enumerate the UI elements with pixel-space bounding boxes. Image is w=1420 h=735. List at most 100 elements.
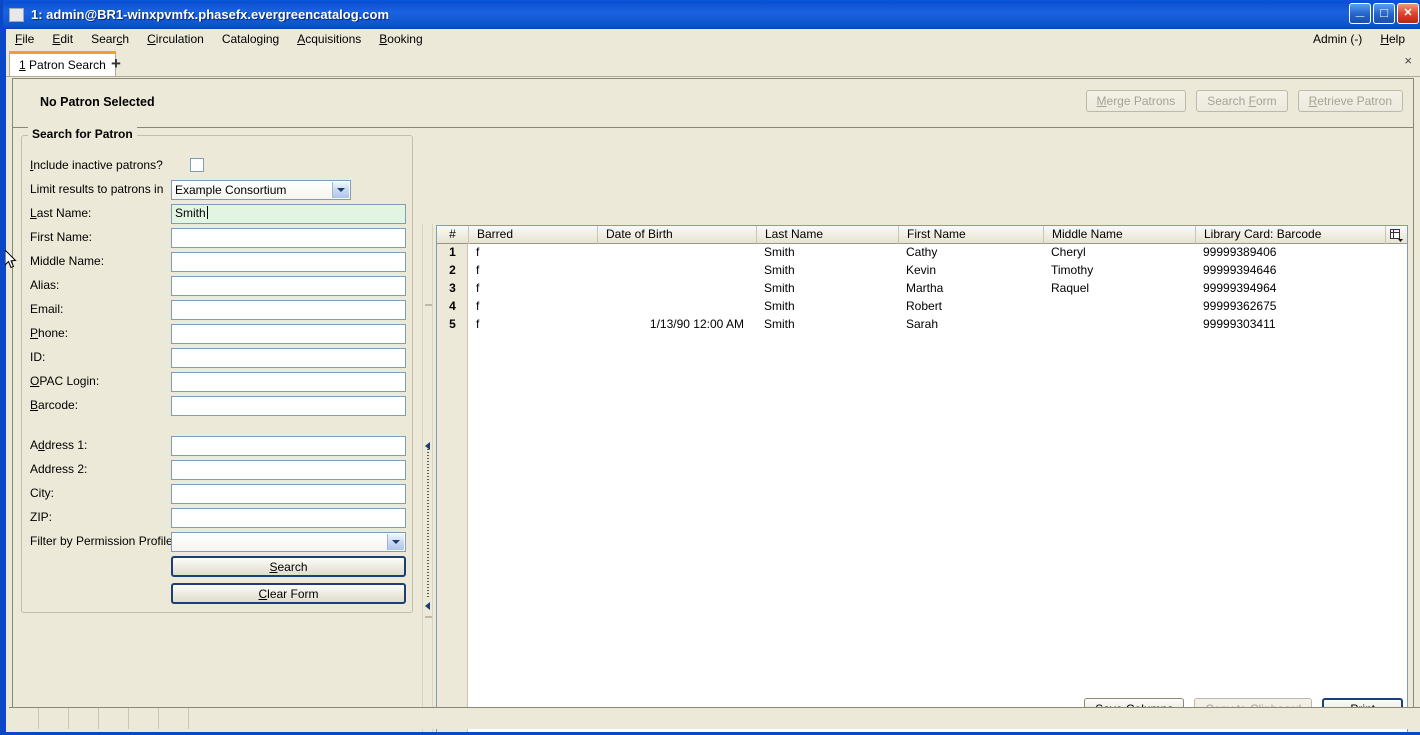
minimize-button[interactable]: _: [1349, 3, 1371, 24]
status-panel: [39, 708, 69, 729]
maximize-button[interactable]: □: [1373, 3, 1395, 24]
cell-num: 3: [449, 281, 456, 295]
menu-admin[interactable]: Admin (-): [1304, 30, 1371, 48]
barcode-label: Barcode:: [30, 398, 79, 412]
field-row-permission-profile: Filter by Permission Profile:: [21, 531, 413, 553]
clear-form-button[interactable]: Clear Form: [171, 583, 406, 604]
menu-cataloging[interactable]: Cataloging: [213, 30, 288, 48]
cell-first-name: Sarah: [906, 317, 939, 331]
last-name-value: Smith: [175, 206, 206, 220]
search-form-button[interactable]: Search Form: [1196, 90, 1288, 112]
menu-circulation[interactable]: Circulation: [138, 30, 213, 48]
tab-strip: 1 Patron Search + ×: [6, 49, 1420, 77]
search-button[interactable]: Search: [171, 556, 406, 577]
chevron-down-icon: [332, 182, 349, 198]
first-name-input[interactable]: [171, 228, 406, 248]
field-row-zip: ZIP:: [21, 507, 413, 529]
field-row-search-button: Search: [21, 556, 413, 578]
tab-patron-search[interactable]: 1 Patron Search: [9, 51, 116, 76]
close-icon: ✕: [1403, 7, 1413, 19]
column-header-num[interactable]: #: [437, 226, 468, 244]
mouse-cursor: [5, 250, 17, 269]
close-button[interactable]: ✕: [1397, 3, 1419, 24]
tab-label: Patron Search: [29, 58, 106, 72]
table-row[interactable]: 4 f Smith Robert 99999362675: [437, 298, 1407, 316]
column-header-barred[interactable]: Barred: [468, 225, 597, 244]
field-row-email: Email:: [21, 299, 413, 321]
status-bar: [9, 707, 1420, 729]
panel-splitter[interactable]: [422, 224, 433, 732]
limit-results-label: Limit results to patrons in: [30, 182, 164, 196]
cell-dob: 1/13/90 12:00 AM: [649, 317, 744, 331]
cell-last-name: Smith: [764, 263, 795, 277]
phone-input[interactable]: [171, 324, 406, 344]
table-row[interactable]: 2 f Smith Kevin Timothy 99999394646: [437, 262, 1407, 280]
menu-booking[interactable]: Booking: [370, 30, 431, 48]
cell-barred: f: [476, 245, 480, 259]
cell-middle-name: [1043, 298, 1195, 316]
column-header-dob[interactable]: Date of Birth: [597, 225, 756, 244]
alias-label: Alias:: [30, 278, 60, 292]
cell-num: 5: [449, 317, 456, 331]
opac-login-input[interactable]: [171, 372, 406, 392]
menu-file[interactable]: File: [6, 30, 43, 48]
email-label: Email:: [30, 302, 64, 316]
retrieve-patron-button[interactable]: Retrieve Patron: [1297, 90, 1403, 112]
zip-input[interactable]: [171, 508, 406, 528]
field-row-address1: Address 1:: [21, 435, 413, 457]
city-label: City:: [30, 486, 54, 500]
new-tab-button[interactable]: +: [105, 53, 127, 74]
middle-name-input[interactable]: [171, 252, 406, 272]
tab-index: 1: [19, 58, 26, 72]
last-name-input[interactable]: Smith: [171, 204, 406, 224]
menu-edit[interactable]: Edit: [43, 30, 82, 48]
column-chooser-icon[interactable]: [1385, 226, 1407, 244]
status-panel: [69, 708, 99, 729]
alias-input[interactable]: [171, 276, 406, 296]
application-window: 1: admin@BR1-winxpvmfx.phasefx.evergreen…: [0, 0, 1420, 735]
address1-input[interactable]: [171, 436, 406, 456]
first-name-label: First Name:: [30, 230, 93, 244]
menu-acquisitions[interactable]: Acquisitions: [288, 30, 370, 48]
column-header-library-card[interactable]: Library Card: Barcode: [1195, 225, 1385, 244]
address2-input[interactable]: [171, 460, 406, 480]
column-header-last-name[interactable]: Last Name: [756, 225, 898, 244]
address1-label: Address 1:: [30, 438, 88, 452]
column-header-first-name[interactable]: First Name: [898, 225, 1043, 244]
search-group-title: Search for Patron: [28, 127, 137, 141]
maximize-icon: □: [1380, 5, 1388, 20]
table-row[interactable]: 5 f 1/13/90 12:00 AM Smith Sarah 9999930…: [437, 316, 1407, 334]
cell-first-name: Martha: [906, 281, 944, 295]
merge-patrons-button[interactable]: Merge Patrons: [1085, 90, 1187, 112]
system-menu-icon[interactable]: [9, 7, 24, 22]
barcode-input[interactable]: [171, 396, 406, 416]
permission-profile-select[interactable]: [171, 532, 406, 552]
limit-results-select[interactable]: Example Consortium: [171, 180, 351, 200]
city-input[interactable]: [171, 484, 406, 504]
table-row[interactable]: 3 f Smith Martha Raquel 99999394964: [437, 280, 1407, 298]
splitter-collapse-arrow-down-icon[interactable]: [425, 602, 430, 610]
column-header-middle-name[interactable]: Middle Name: [1043, 225, 1195, 244]
menu-help[interactable]: Help: [1371, 30, 1414, 48]
close-tab-icon[interactable]: ×: [1404, 54, 1412, 67]
id-input[interactable]: [171, 348, 406, 368]
include-inactive-checkbox[interactable]: [190, 158, 204, 172]
email-input[interactable]: [171, 300, 406, 320]
splitter-tick: [425, 304, 432, 306]
results-header-row: # Barred Date of Birth Last Name First N…: [437, 225, 1407, 244]
cell-middle-name: Cheryl: [1051, 245, 1086, 259]
menu-search[interactable]: Search: [82, 30, 138, 48]
cell-barred: f: [476, 299, 480, 313]
field-row-include-inactive: Include inactive patrons?: [21, 155, 413, 177]
middle-name-label: Middle Name:: [30, 254, 105, 268]
chevron-down-icon: [387, 534, 404, 550]
cell-dob: [597, 262, 756, 280]
field-row-address2: Address 2:: [21, 459, 413, 481]
field-row-limit-results: Limit results to patrons in Example Cons…: [21, 179, 413, 201]
cell-library-card: 99999389406: [1203, 245, 1277, 259]
field-row-middle-name: Middle Name:: [21, 251, 413, 273]
cell-library-card: 99999394964: [1203, 281, 1277, 295]
table-row[interactable]: 1 f Smith Cathy Cheryl 99999389406: [437, 244, 1407, 262]
patron-action-buttons: Merge Patrons Search Form Retrieve Patro…: [1085, 90, 1403, 112]
client-area: File Edit Search Circulation Cataloging …: [6, 29, 1420, 732]
